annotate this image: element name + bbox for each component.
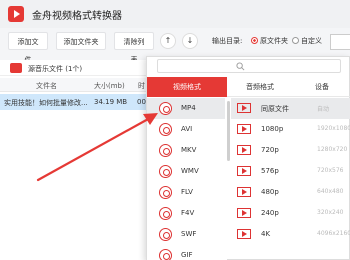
resolution-label: 720p [261,146,279,154]
film-reel-icon [159,123,172,136]
resolution-size: 自动 [317,106,330,113]
video-file-icon [237,103,251,113]
resolution-item[interactable]: 1080p 1920x1080 [231,119,350,140]
column-filename[interactable]: 文件名 [36,81,57,91]
format-item-f4v[interactable]: F4V [147,203,225,224]
resolution-size: 1920x1080 [317,125,350,132]
format-label: MKV [181,146,197,154]
resolution-label: 1080p [261,125,284,133]
film-reel-icon [159,228,172,241]
film-reel-icon [159,249,172,260]
video-file-icon [237,187,251,197]
column-size[interactable]: 大小(mb) [94,81,125,91]
resolution-size: 320x240 [317,209,344,216]
custom-folder-label: 自定义 [301,37,322,45]
resolution-label: 480p [261,188,279,196]
tab-audio-format[interactable]: 音频格式 [227,77,293,97]
resolution-label: 240p [261,209,279,217]
format-item-gif[interactable]: GIF [147,245,225,260]
custom-folder-radio[interactable]: 自定义 [292,36,322,46]
format-label: GIF [181,251,193,259]
resolution-item[interactable]: 576p 720x576 [231,161,350,182]
title-bar: 金舟视频格式转换器 [0,0,350,28]
move-up-button[interactable]: ↑ [160,33,176,49]
toolbar: 添加文件 添加文件夹 清除列表 ↑ ↓ 输出目录: 原文件夹 自定义 [0,32,350,64]
table-row[interactable]: 实用技能！如何批量修改... 34.19 MB 00: [0,94,150,110]
source-folder-radio[interactable]: 原文件夹 [251,36,288,46]
resolution-label: 同原文件 [261,105,289,113]
format-label: MP4 [181,104,196,112]
video-format-list: MP4 AVI MKV WMV FLV F4V SWF GIF [147,97,227,260]
radio-icon [292,37,299,44]
format-label: F4V [181,209,195,217]
source-folder-label: 原文件夹 [260,37,288,45]
add-file-button[interactable]: 添加文件 [8,32,48,64]
video-file-icon [237,124,251,134]
format-search-input[interactable] [157,59,341,73]
film-reel-icon [159,165,172,178]
video-file-icon [237,145,251,155]
film-reel-icon [159,102,172,115]
video-file-icon [237,166,251,176]
resolution-item[interactable]: 240p 320x240 [231,203,350,224]
file-name-cell: 实用技能！如何批量修改... [4,99,88,107]
format-item-mp4[interactable]: MP4 [147,98,225,119]
video-file-icon [237,229,251,239]
resolution-item[interactable]: 720p 1280x720 [231,140,350,161]
resolution-label: 576p [261,167,279,175]
format-item-mkv[interactable]: MKV [147,140,225,161]
format-item-avi[interactable]: AVI [147,119,225,140]
column-time[interactable]: 时 [138,81,145,91]
format-item-flv[interactable]: FLV [147,182,225,203]
app-title: 金舟视频格式转换器 [32,11,122,22]
tab-device[interactable]: 设备 [293,77,350,97]
search-icon [236,62,245,71]
resolution-item[interactable]: 同原文件 自动 [231,98,350,119]
format-label: WMV [181,167,199,175]
resolution-size: 640x480 [317,188,344,195]
resolution-list: 同原文件 自动 1080p 1920x1080 720p 1280x720 576p 7… [231,97,350,260]
radio-selected-icon [251,37,258,44]
format-label: AVI [181,125,193,133]
resolution-item[interactable]: 4K 4096x2160 [231,224,350,245]
app-logo-icon [8,6,24,22]
format-tabs: 视频格式 音频格式 设备 [147,77,350,97]
format-item-swf[interactable]: SWF [147,224,225,245]
film-reel-icon [159,144,172,157]
tab-video-format[interactable]: 视频格式 [147,77,227,97]
format-label: SWF [181,230,197,238]
output-dir-label: 输出目录: [212,37,243,45]
video-file-icon [237,208,251,218]
format-label: FLV [181,188,193,196]
resolution-item[interactable]: 480p 640x480 [231,182,350,203]
film-reel-icon [159,186,172,199]
format-item-wmv[interactable]: WMV [147,161,225,182]
add-folder-button[interactable]: 添加文件夹 [56,32,106,50]
film-reel-icon [159,207,172,220]
resolution-label: 4K [261,230,271,238]
resolution-size: 1280x720 [317,146,348,153]
file-size-cell: 34.19 MB [94,98,128,106]
file-list-title: 源音乐文件 (1个) [28,65,83,73]
folder-icon [10,63,22,73]
resolution-size: 4096x2160 [317,230,350,237]
format-list-scrollbar[interactable] [227,101,230,161]
clear-list-button[interactable]: 清除列表 [114,32,154,64]
resolution-size: 720x576 [317,167,344,174]
move-down-button[interactable]: ↓ [182,33,198,49]
output-path-field[interactable] [330,34,350,50]
format-popup: 视频格式 音频格式 设备 MP4 AVI MKV WMV FLV F4V SWF… [146,56,350,260]
